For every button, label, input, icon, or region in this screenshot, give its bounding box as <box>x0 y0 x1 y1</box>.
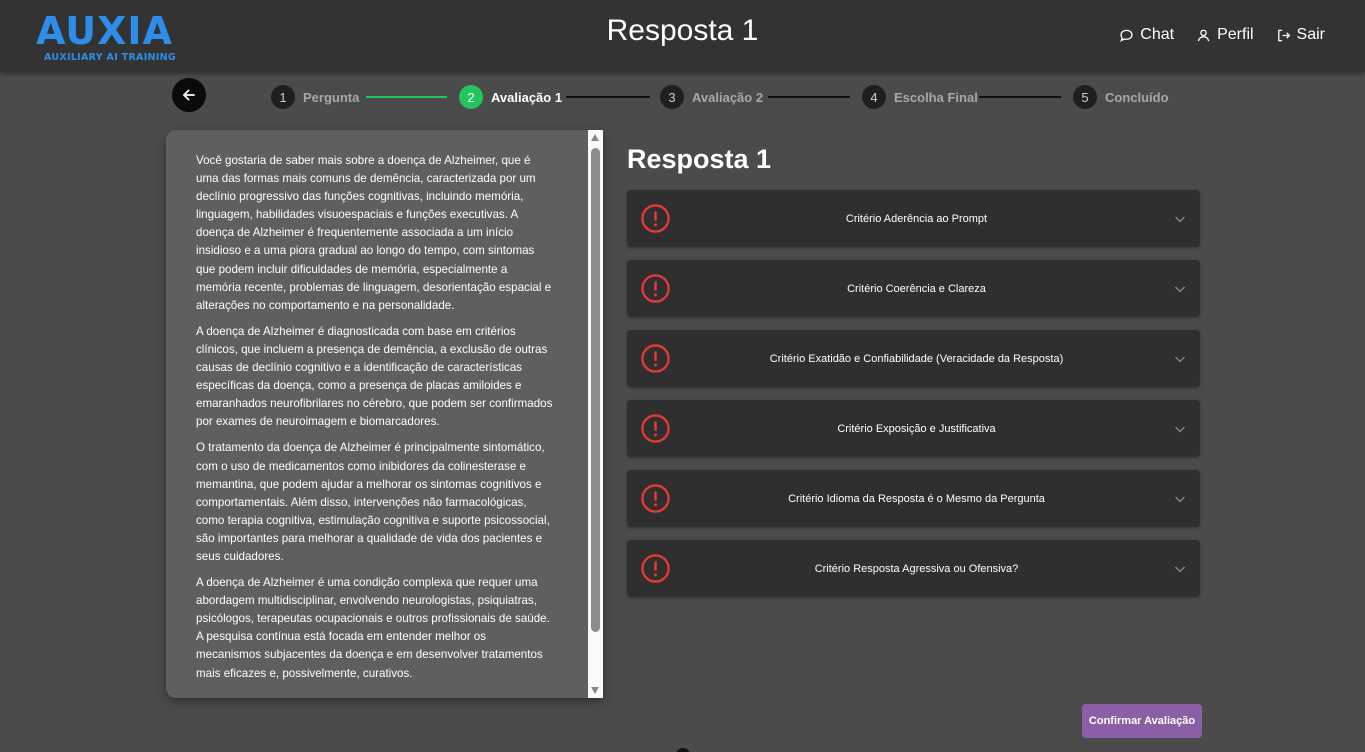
step-connector-3 <box>768 96 850 98</box>
criterion-accordion-coerencia[interactable]: Critério Coerência e Clareza <box>627 260 1200 317</box>
arrow-left-icon <box>183 89 195 101</box>
criterion-label: Critério Exatidão e Confiabilidade (Vera… <box>769 352 1064 365</box>
criterion-accordion-agressiva[interactable]: Critério Resposta Agressiva ou Ofensiva? <box>627 540 1200 597</box>
alert-circle-icon <box>641 344 670 373</box>
nav-profile-link[interactable]: Perfil <box>1196 26 1254 44</box>
confirm-evaluation-button[interactable]: Confirmar Avaliação <box>1082 704 1202 738</box>
alert-circle-icon <box>641 484 670 513</box>
answer-paragraph: O tratamento da doença de Alzheimer é pr… <box>196 441 550 563</box>
answer-paragraph: A doença de Alzheimer é uma condição com… <box>196 576 550 680</box>
back-button[interactable] <box>172 78 206 112</box>
step-number: 4 <box>862 85 886 109</box>
step-avaliacao-2[interactable]: 3 Avaliação 2 <box>660 85 763 109</box>
criterion-accordion-exatidao[interactable]: Critério Exatidão e Confiabilidade (Vera… <box>627 330 1200 387</box>
logo-tagline: AUXILIARY AI TRAINING <box>44 52 176 63</box>
criterion-label: Critério Resposta Agressiva ou Ofensiva? <box>814 562 1019 575</box>
criterion-label: Critério Exposição e Justificativa <box>837 422 996 435</box>
chevron-down-icon <box>1175 216 1185 223</box>
chevron-down-icon <box>1175 496 1185 503</box>
response-heading: Resposta 1 <box>627 144 772 174</box>
alert-circle-icon <box>641 204 670 233</box>
step-connector-1 <box>366 96 447 98</box>
criterion-label: Critério Aderência ao Prompt <box>845 212 988 225</box>
top-header: AUXIA AUXILIARY AI TRAINING Resposta 1 C… <box>0 0 1365 72</box>
chat-bubble-icon <box>1120 29 1133 42</box>
nav-profile-label: Perfil <box>1217 26 1254 43</box>
step-connector-4 <box>979 96 1061 98</box>
nav-chat-label: Chat <box>1140 26 1175 43</box>
alert-circle-icon <box>641 274 670 303</box>
step-escolha-final[interactable]: 4 Escolha Final <box>862 85 978 109</box>
step-label: Escolha Final <box>894 89 978 105</box>
vertical-scrollbar[interactable] <box>588 130 603 698</box>
alert-circle-icon <box>641 554 670 583</box>
criterion-accordion-exposicao[interactable]: Critério Exposição e Justificativa <box>627 400 1200 457</box>
logout-icon <box>1277 29 1290 41</box>
scroll-up-arrow-icon[interactable] <box>591 134 599 141</box>
step-connector-2 <box>566 96 650 98</box>
chevron-down-icon <box>1175 286 1185 293</box>
criteria-list: Critério Aderência ao Prompt Critério Co… <box>627 190 1200 610</box>
chevron-down-icon <box>1175 426 1185 433</box>
criterion-label: Critério Coerência e Clareza <box>847 282 986 295</box>
nav-logout-label: Sair <box>1296 26 1325 43</box>
chevron-down-icon <box>1175 566 1185 573</box>
nav-logout-link[interactable]: Sair <box>1276 26 1325 44</box>
bottom-indicator <box>676 748 690 752</box>
user-icon <box>1197 29 1210 41</box>
scroll-down-arrow-icon[interactable] <box>591 687 599 694</box>
answer-text-panel[interactable]: Você gostaria de saber mais sobre a doen… <box>166 130 603 698</box>
alert-circle-icon <box>641 414 670 443</box>
step-avaliacao-1[interactable]: 2 Avaliação 1 <box>459 85 562 109</box>
step-number: 2 <box>459 85 483 109</box>
answer-paragraph: Você gostaria de saber mais sobre a doen… <box>196 154 552 312</box>
step-label: Avaliação 2 <box>692 89 764 105</box>
answer-paragraph: A doença de Alzheimer é diagnosticada co… <box>196 324 553 429</box>
step-number: 5 <box>1073 85 1097 109</box>
nav-chat-link[interactable]: Chat <box>1119 26 1174 44</box>
criterion-accordion-idioma[interactable]: Critério Idioma da Resposta é o Mesmo da… <box>627 470 1200 527</box>
scrollbar-thumb[interactable] <box>591 148 600 632</box>
answer-text: Você gostaria de saber mais sobre a doen… <box>196 152 554 691</box>
step-label: Avaliação 1 <box>491 89 563 105</box>
step-label: Concluído <box>1105 89 1169 105</box>
step-label: Pergunta <box>303 89 360 105</box>
criterion-label: Critério Idioma da Resposta é o Mesmo da… <box>788 492 1045 505</box>
step-pergunta[interactable]: 1 Pergunta <box>271 85 359 109</box>
step-number: 3 <box>660 85 684 109</box>
chevron-down-icon <box>1175 356 1185 363</box>
header-nav: Chat Perfil Sair <box>1119 26 1325 44</box>
step-number: 1 <box>271 85 295 109</box>
criterion-accordion-aderencia[interactable]: Critério Aderência ao Prompt <box>627 190 1200 247</box>
step-concluido[interactable]: 5 Concluído <box>1073 85 1169 109</box>
